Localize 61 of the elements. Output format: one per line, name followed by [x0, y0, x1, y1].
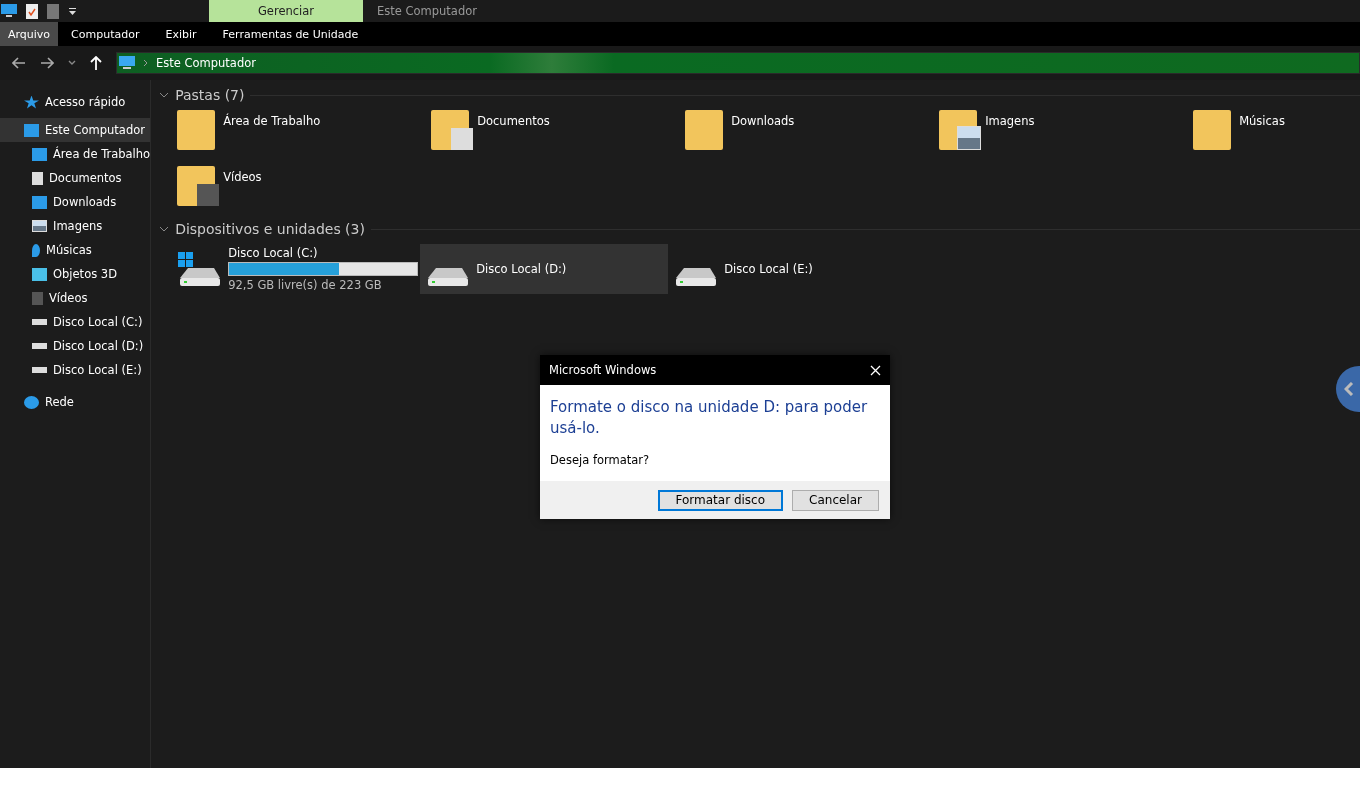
ribbon-tab[interactable]: Computador	[58, 22, 153, 46]
close-icon[interactable]	[870, 364, 881, 376]
sidebar-item[interactable]: Rede	[0, 390, 151, 414]
sidebar-item[interactable]: Área de Trabalho	[0, 142, 151, 166]
sidebar-item[interactable]: Documentos	[0, 166, 151, 190]
drive-icon	[32, 343, 47, 349]
drive-item[interactable]: Disco Local (E:)	[668, 244, 917, 294]
window-title: Este Computador	[377, 4, 477, 18]
drive-label: Disco Local (D:)	[476, 262, 567, 276]
dropdown-icon[interactable]	[68, 6, 77, 16]
dialog-button[interactable]: Formatar disco	[657, 489, 784, 511]
chevron-down-icon[interactable]	[68, 60, 76, 66]
folder-item[interactable]: Músicas	[1193, 106, 1360, 162]
dialog-question: Deseja formatar?	[550, 453, 651, 467]
ribbon-tab[interactable]: Ferramentas de Unidade	[209, 22, 372, 46]
drive-label: Disco Local (C:)	[228, 246, 319, 260]
picture-icon	[32, 220, 47, 232]
sidebar-item[interactable]: Imagens	[0, 214, 151, 238]
sidebar-item[interactable]: Disco Local (D:)	[0, 334, 151, 358]
drive-item[interactable]: Disco Local (C:) 92,5 GB livre(s) de 223 GB	[172, 244, 421, 294]
ribbon-tab[interactable]: Exibir	[152, 22, 210, 46]
sidebar-item[interactable]: Disco Local (E:)	[0, 358, 151, 382]
dialog-message: Formate o disco na unidade D: para poder usá-lo.	[550, 397, 869, 439]
ribbon-tab[interactable]: Arquivo	[0, 22, 59, 46]
document-icon	[32, 171, 43, 185]
properties-icon[interactable]	[26, 3, 38, 19]
forward-arrow-icon[interactable]	[40, 57, 54, 69]
sidebar-item[interactable]: Acesso rápido	[0, 90, 151, 114]
group-heading: Dispositivos e unidades (3)	[175, 221, 365, 237]
drive-free-space: 92,5 GB livre(s) de 223 GB	[228, 278, 383, 292]
folder-item[interactable]: Documentos	[431, 106, 686, 162]
drive-item[interactable]: Disco Local (D:)	[420, 244, 669, 294]
windows-logo-icon	[178, 252, 194, 267]
drive-label: Disco Local (E:)	[724, 262, 813, 276]
context-tab[interactable]: Gerenciar	[209, 0, 363, 22]
collapse-chevron-icon[interactable]	[159, 92, 170, 98]
sidebar-item[interactable]: Disco Local (C:)	[0, 310, 151, 334]
address-bar[interactable]: Este Computador	[116, 52, 1360, 74]
collapse-chevron-icon[interactable]	[159, 226, 170, 232]
sidebar-item[interactable]: Objetos 3D	[0, 262, 151, 286]
sidebar-item[interactable]: Este Computador	[0, 118, 151, 142]
dialog-title: Microsoft Windows	[549, 363, 657, 377]
drive-icon	[32, 367, 47, 373]
drive-icon	[180, 268, 221, 286]
folder-item[interactable]: Downloads	[685, 106, 940, 162]
folder-item[interactable]: Vídeos	[177, 162, 432, 218]
folder-item[interactable]: Imagens	[939, 106, 1194, 162]
drive-icon	[676, 268, 717, 286]
group-heading: Pastas (7)	[175, 87, 245, 103]
monitor-icon	[32, 147, 47, 161]
dialog-button[interactable]: Cancelar	[792, 489, 879, 511]
sidebar-item[interactable]: Vídeos	[0, 286, 151, 310]
drive-icon	[428, 268, 469, 286]
folder-item[interactable]: Área de Trabalho	[177, 106, 432, 162]
back-arrow-icon[interactable]	[12, 57, 26, 69]
drive-icon	[32, 319, 47, 325]
sidebar-item[interactable]: Downloads	[0, 190, 151, 214]
up-arrow-icon[interactable]	[90, 56, 102, 70]
address-path: Este Computador	[156, 56, 256, 70]
chevron-right-icon	[143, 59, 148, 67]
sidebar-item[interactable]: Músicas	[0, 238, 151, 262]
